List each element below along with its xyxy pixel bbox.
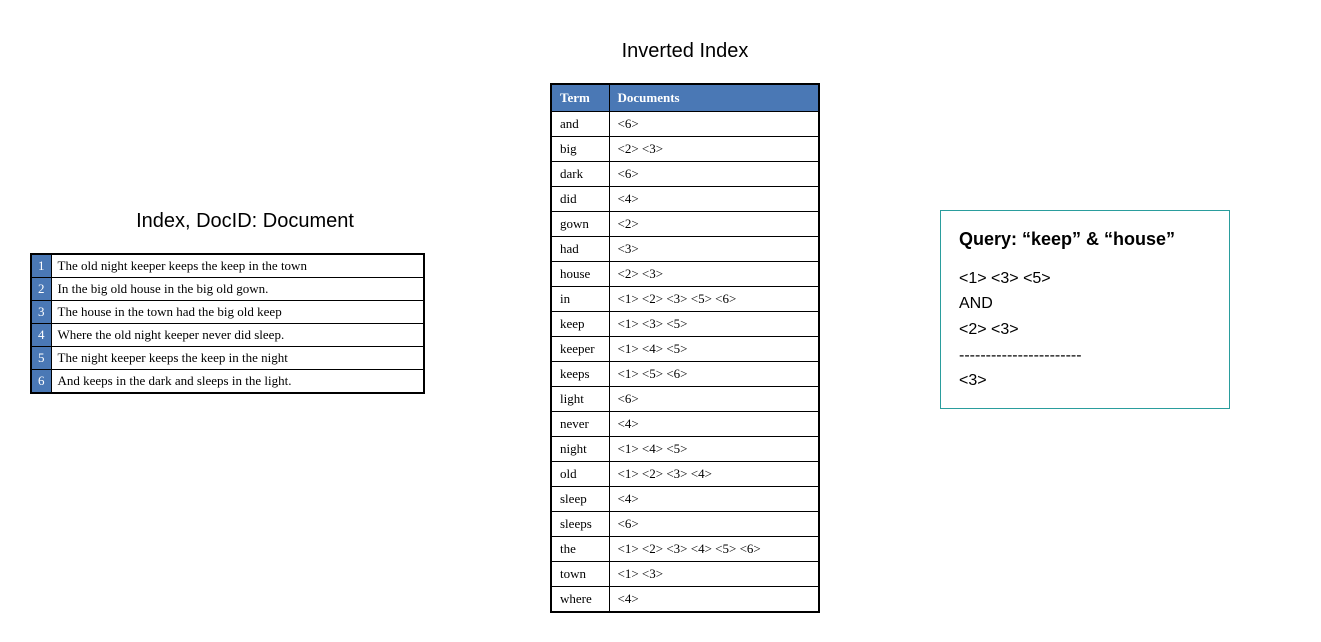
term-cell: dark: [551, 162, 609, 187]
table-row: did<4>: [551, 187, 819, 212]
doc-id: 4: [31, 324, 51, 347]
term-cell: did: [551, 187, 609, 212]
term-cell: had: [551, 237, 609, 262]
table-row: town<1> <3>: [551, 562, 819, 587]
doc-text: And keeps in the dark and sleeps in the …: [51, 370, 424, 394]
docs-cell: <1> <3> <5>: [609, 312, 819, 337]
term-cell: house: [551, 262, 609, 287]
docs-cell: <6>: [609, 512, 819, 537]
table-row: 3The house in the town had the big old k…: [31, 301, 424, 324]
term-cell: gown: [551, 212, 609, 237]
docs-cell: <4>: [609, 587, 819, 613]
table-row: big<2> <3>: [551, 137, 819, 162]
docs-cell: <1> <2> <3> <5> <6>: [609, 287, 819, 312]
docs-cell: <6>: [609, 112, 819, 137]
query-operator: AND: [959, 291, 1211, 317]
doc-index-title: Index, DocID: Document: [60, 210, 430, 233]
term-cell: big: [551, 137, 609, 162]
term-cell: night: [551, 437, 609, 462]
table-row: never<4>: [551, 412, 819, 437]
docs-cell: <2> <3>: [609, 137, 819, 162]
inverted-index-column: Inverted Index Term Documents and<6>big<…: [550, 40, 820, 613]
query-box: Query: “keep” & “house” <1> <3> <5> AND …: [940, 210, 1230, 409]
doc-id: 2: [31, 278, 51, 301]
diagram-container: Index, DocID: Document 1The old night ke…: [20, 20, 1301, 613]
doc-id: 6: [31, 370, 51, 394]
docs-cell: <4>: [609, 412, 819, 437]
docs-cell: <1> <2> <3> <4> <5> <6>: [609, 537, 819, 562]
term-cell: old: [551, 462, 609, 487]
table-row: dark<6>: [551, 162, 819, 187]
table-row: sleeps<6>: [551, 512, 819, 537]
table-row: 4Where the old night keeper never did sl…: [31, 324, 424, 347]
doc-id: 1: [31, 254, 51, 278]
query-result: <3>: [959, 368, 1211, 394]
docs-cell: <2>: [609, 212, 819, 237]
table-row: 6And keeps in the dark and sleeps in the…: [31, 370, 424, 394]
docs-cell: <1> <2> <3> <4>: [609, 462, 819, 487]
table-row: gown<2>: [551, 212, 819, 237]
table-row: keeper<1> <4> <5>: [551, 337, 819, 362]
term-cell: in: [551, 287, 609, 312]
doc-text: The night keeper keeps the keep in the n…: [51, 347, 424, 370]
term-cell: town: [551, 562, 609, 587]
inverted-index-title: Inverted Index: [550, 40, 820, 63]
docs-cell: <4>: [609, 487, 819, 512]
table-row: keep<1> <3> <5>: [551, 312, 819, 337]
docs-cell: <1> <4> <5>: [609, 337, 819, 362]
query-operand-1: <1> <3> <5>: [959, 266, 1211, 292]
table-row: light<6>: [551, 387, 819, 412]
doc-text: Where the old night keeper never did sle…: [51, 324, 424, 347]
table-row: the<1> <2> <3> <4> <5> <6>: [551, 537, 819, 562]
term-cell: keeper: [551, 337, 609, 362]
table-row: where<4>: [551, 587, 819, 613]
table-row: night<1> <4> <5>: [551, 437, 819, 462]
doc-id: 3: [31, 301, 51, 324]
docs-cell: <2> <3>: [609, 262, 819, 287]
header-term: Term: [551, 84, 609, 112]
term-cell: light: [551, 387, 609, 412]
table-row: 2In the big old house in the big old gow…: [31, 278, 424, 301]
table-row: and<6>: [551, 112, 819, 137]
query-column: Query: “keep” & “house” <1> <3> <5> AND …: [940, 210, 1240, 409]
term-cell: and: [551, 112, 609, 137]
table-row: keeps<1> <5> <6>: [551, 362, 819, 387]
table-row: 5The night keeper keeps the keep in the …: [31, 347, 424, 370]
term-cell: where: [551, 587, 609, 613]
doc-table: 1The old night keeper keeps the keep in …: [30, 253, 425, 394]
term-cell: never: [551, 412, 609, 437]
doc-text: The house in the town had the big old ke…: [51, 301, 424, 324]
header-documents: Documents: [609, 84, 819, 112]
term-cell: keep: [551, 312, 609, 337]
doc-text: The old night keeper keeps the keep in t…: [51, 254, 424, 278]
docs-cell: <1> <4> <5>: [609, 437, 819, 462]
table-row: 1The old night keeper keeps the keep in …: [31, 254, 424, 278]
doc-index-column: Index, DocID: Document 1The old night ke…: [30, 210, 430, 394]
docs-cell: <6>: [609, 162, 819, 187]
docs-cell: <1> <5> <6>: [609, 362, 819, 387]
table-row: had<3>: [551, 237, 819, 262]
query-title: Query: “keep” & “house”: [959, 225, 1211, 254]
term-cell: sleeps: [551, 512, 609, 537]
term-cell: the: [551, 537, 609, 562]
doc-id: 5: [31, 347, 51, 370]
term-cell: sleep: [551, 487, 609, 512]
docs-cell: <6>: [609, 387, 819, 412]
inverted-index-table: Term Documents and<6>big<2> <3>dark<6>di…: [550, 83, 820, 613]
query-operand-2: <2> <3>: [959, 317, 1211, 343]
docs-cell: <3>: [609, 237, 819, 262]
doc-text: In the big old house in the big old gown…: [51, 278, 424, 301]
table-row: house<2> <3>: [551, 262, 819, 287]
docs-cell: <1> <3>: [609, 562, 819, 587]
table-row: in<1> <2> <3> <5> <6>: [551, 287, 819, 312]
table-row: old<1> <2> <3> <4>: [551, 462, 819, 487]
table-row: sleep<4>: [551, 487, 819, 512]
docs-cell: <4>: [609, 187, 819, 212]
term-cell: keeps: [551, 362, 609, 387]
query-separator: -----------------------: [959, 343, 1211, 369]
